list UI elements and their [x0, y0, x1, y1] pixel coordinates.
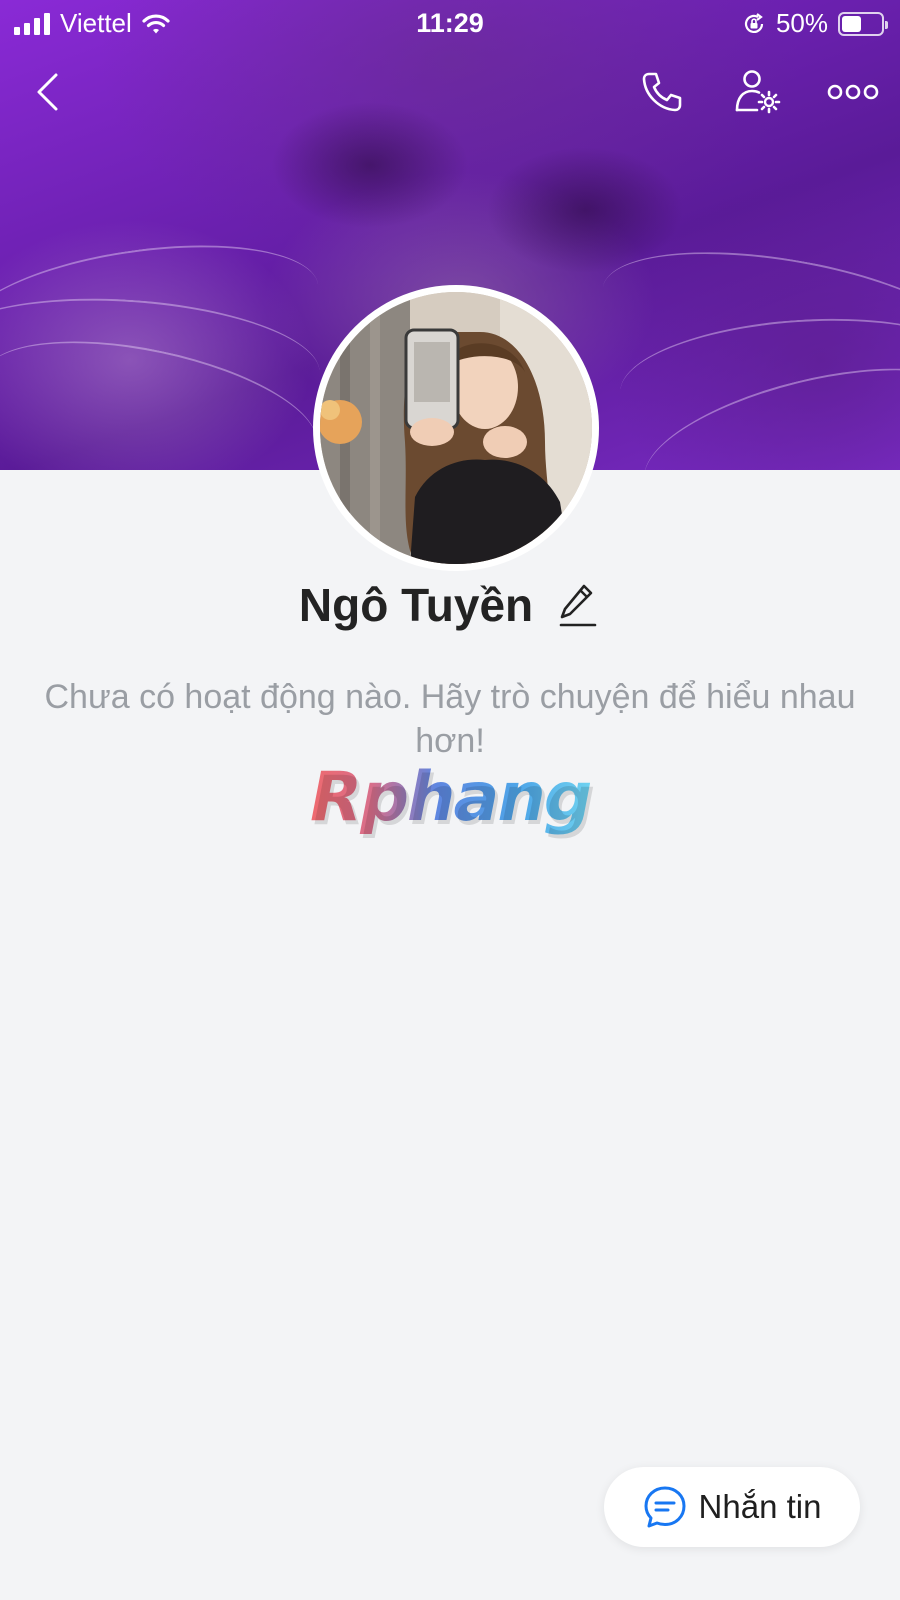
watermark-logo: Rphang: [310, 758, 592, 837]
phone-icon: [642, 72, 682, 112]
avatar[interactable]: [313, 285, 599, 571]
profile-settings-button[interactable]: [728, 62, 788, 122]
more-icon: [827, 84, 879, 100]
user-settings-icon: [735, 70, 781, 114]
orientation-lock-icon: [744, 12, 764, 33]
battery-percentage: 50%: [775, 8, 828, 38]
back-button[interactable]: [18, 62, 78, 122]
avatar-photo: [320, 292, 592, 564]
more-options-button[interactable]: [823, 62, 883, 122]
profile-name: Ngô Tuyền: [298, 579, 534, 631]
send-message-label: Nhắn tin: [698, 1488, 822, 1525]
call-button[interactable]: [632, 62, 692, 122]
profile-name-row: Ngô Tuyền: [0, 575, 900, 635]
status-bar: Viettel 11:29 50%: [0, 0, 900, 46]
back-icon: [37, 73, 58, 111]
chat-bubble-icon: [644, 1486, 686, 1528]
send-message-button[interactable]: Nhắn tin: [604, 1467, 860, 1547]
battery-icon: [838, 11, 888, 36]
pencil-icon: [559, 584, 597, 627]
edit-name-button[interactable]: [555, 580, 601, 630]
empty-activity-message: Chưa có hoạt động nào. Hãy trò chuyện để…: [44, 678, 856, 760]
